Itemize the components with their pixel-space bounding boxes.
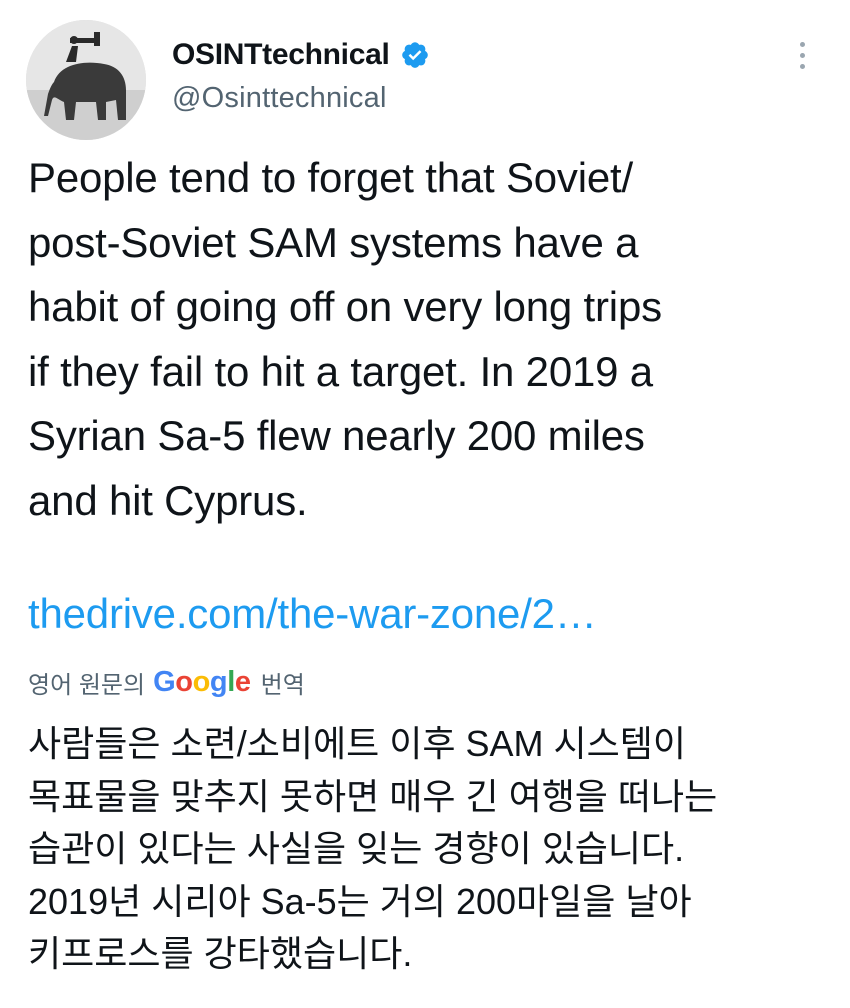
avatar[interactable] — [26, 20, 146, 140]
display-name[interactable]: OSINTtechnical — [172, 38, 390, 72]
translation-attribution: 영어 원문의 Google 번역 — [28, 662, 305, 702]
translation-prefix: 영어 원문의 — [28, 671, 146, 699]
handle[interactable]: @Osinttechnical — [172, 82, 430, 115]
tweet-header: OSINTtechnical @Osinttechnical — [26, 20, 826, 140]
tweet-text: People tend to forget that Soviet/ post-… — [28, 154, 662, 524]
google-letter: g — [209, 665, 228, 698]
google-letter: e — [234, 665, 251, 698]
google-logo[interactable]: Google — [153, 666, 251, 699]
google-letter: o — [192, 665, 211, 698]
avatar-image — [26, 20, 146, 140]
author-info: OSINTtechnical @Osinttechnical — [172, 34, 430, 115]
google-letter: G — [153, 665, 176, 698]
tweet-link[interactable]: thedrive.com/the-war-zone/2… — [28, 585, 597, 643]
google-letter: l — [227, 665, 235, 698]
more-vertical-icon[interactable] — [790, 42, 814, 92]
verified-badge-icon — [400, 40, 430, 70]
google-letter: o — [175, 665, 193, 698]
translated-text: 사람들은 소련/소비에트 이후 SAM 시스템이 목표물을 맞추지 못하면 매우… — [28, 723, 718, 974]
display-name-row: OSINTtechnical — [172, 34, 430, 76]
translation-suffix: 번역 — [260, 671, 305, 699]
